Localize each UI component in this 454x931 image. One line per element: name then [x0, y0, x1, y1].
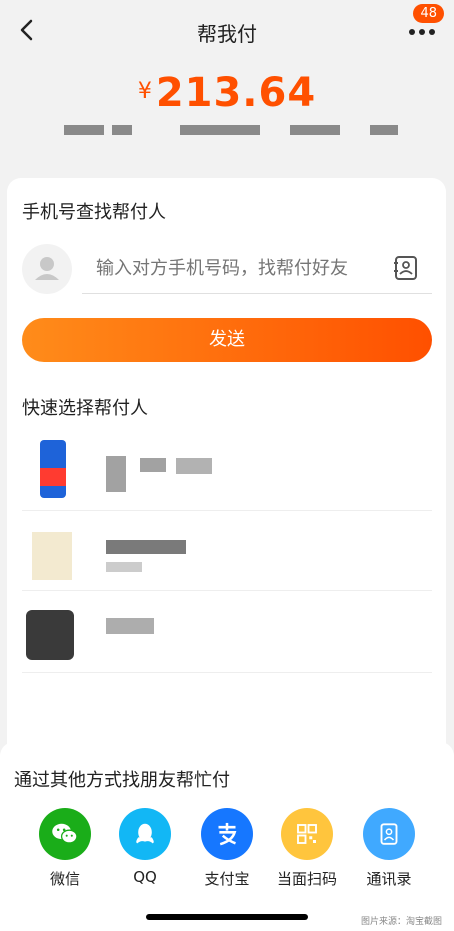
qrcode-icon [281, 808, 333, 860]
home-indicator [146, 914, 308, 920]
share-label: 通讯录 [366, 870, 412, 888]
wechat-icon [39, 808, 91, 860]
redacted-name [106, 540, 186, 554]
share-label: QQ [133, 868, 157, 886]
share-sheet-title: 通过其他方式找朋友帮忙付 [14, 770, 230, 791]
alipay-icon [201, 808, 253, 860]
image-credit: 图片来源：淘宝截图 [360, 917, 442, 927]
share-qq[interactable]: QQ [110, 808, 180, 886]
avatar-placeholder [22, 244, 72, 294]
redacted-text [64, 125, 104, 135]
send-button[interactable]: 发送 [22, 318, 432, 362]
amount-value: 213.64 [155, 70, 317, 116]
share-label: 微信 [49, 870, 80, 888]
redacted-text [370, 125, 398, 135]
notification-badge: 48 [413, 4, 444, 23]
redacted-name [140, 458, 166, 472]
redacted-text [180, 125, 260, 135]
quick-select-title: 快速选择帮付人 [22, 398, 148, 419]
redacted-name [106, 456, 126, 492]
redacted-text [112, 125, 132, 135]
address-book-icon[interactable] [392, 254, 420, 282]
contacts-icon [363, 808, 415, 860]
user-icon [35, 257, 59, 280]
share-scan-qr[interactable]: 当面扫码 [272, 808, 342, 889]
share-contacts[interactable]: 通讯录 [354, 808, 424, 889]
share-alipay[interactable]: 支付宝 [192, 808, 262, 889]
amount-display: ¥213.64 [0, 70, 454, 116]
redacted-text [290, 125, 340, 135]
phone-search-title: 手机号查找帮付人 [22, 202, 166, 223]
qq-icon [119, 808, 171, 860]
share-wechat[interactable]: 微信 [30, 808, 100, 889]
header: 帮我付 48 [0, 0, 454, 60]
list-item[interactable] [22, 512, 432, 591]
currency-symbol: ¥ [137, 79, 152, 104]
redacted-text [106, 562, 142, 572]
list-item[interactable] [22, 594, 432, 673]
avatar [32, 532, 72, 580]
share-label: 当面扫码 [276, 870, 337, 888]
page-title: 帮我付 [197, 22, 257, 46]
phone-input[interactable] [82, 244, 432, 294]
share-label: 支付宝 [204, 870, 250, 888]
avatar-detail [40, 468, 66, 486]
avatar [26, 610, 74, 660]
list-item[interactable] [22, 432, 432, 511]
redacted-name [106, 618, 154, 634]
redacted-name [176, 458, 212, 474]
